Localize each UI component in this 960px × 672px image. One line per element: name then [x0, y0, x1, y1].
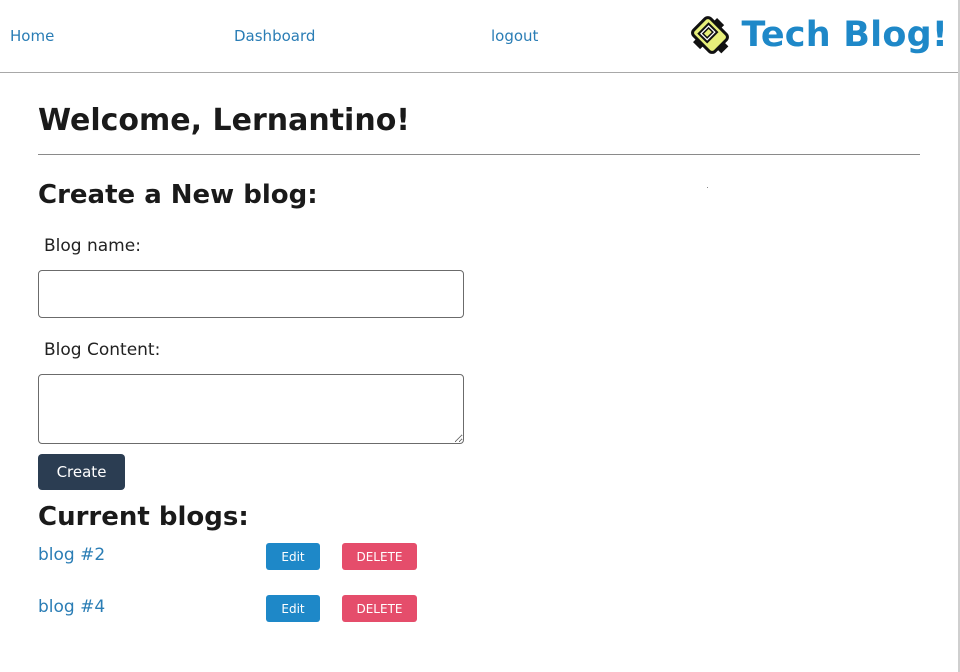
blog-name-input[interactable] — [38, 270, 464, 318]
tech-blog-logo-icon — [691, 16, 730, 54]
brand-title[interactable]: Tech Blog! — [741, 15, 948, 55]
blog-title-link[interactable]: blog #2 — [38, 545, 105, 565]
delete-button[interactable]: DELETE — [342, 595, 417, 622]
blog-list-item: blog #4 Edit DELETE — [38, 595, 458, 623]
create-blog-heading: Create a New blog: — [38, 180, 318, 210]
welcome-heading: Welcome, Lernantino! — [38, 103, 410, 138]
blog-content-label: Blog Content: — [44, 340, 161, 360]
top-navbar: Home Dashboard logout Tech Blog! — [0, 0, 958, 73]
blog-title-link[interactable]: blog #4 — [38, 597, 105, 617]
nav-home-link[interactable]: Home — [10, 27, 54, 45]
brand: Tech Blog! — [689, 12, 948, 58]
delete-button[interactable]: DELETE — [342, 543, 417, 570]
nav-logout-link[interactable]: logout — [491, 27, 538, 45]
blog-name-label: Blog name: — [44, 236, 141, 256]
speck — [707, 187, 708, 188]
edit-button[interactable]: Edit — [266, 543, 320, 570]
nav-dashboard-link[interactable]: Dashboard — [234, 27, 315, 45]
blog-content-textarea[interactable] — [38, 374, 464, 444]
divider — [38, 154, 920, 155]
blog-list-item: blog #2 Edit DELETE — [38, 543, 458, 571]
create-button[interactable]: Create — [38, 454, 125, 490]
edit-button[interactable]: Edit — [266, 595, 320, 622]
current-blogs-heading: Current blogs: — [38, 502, 249, 532]
